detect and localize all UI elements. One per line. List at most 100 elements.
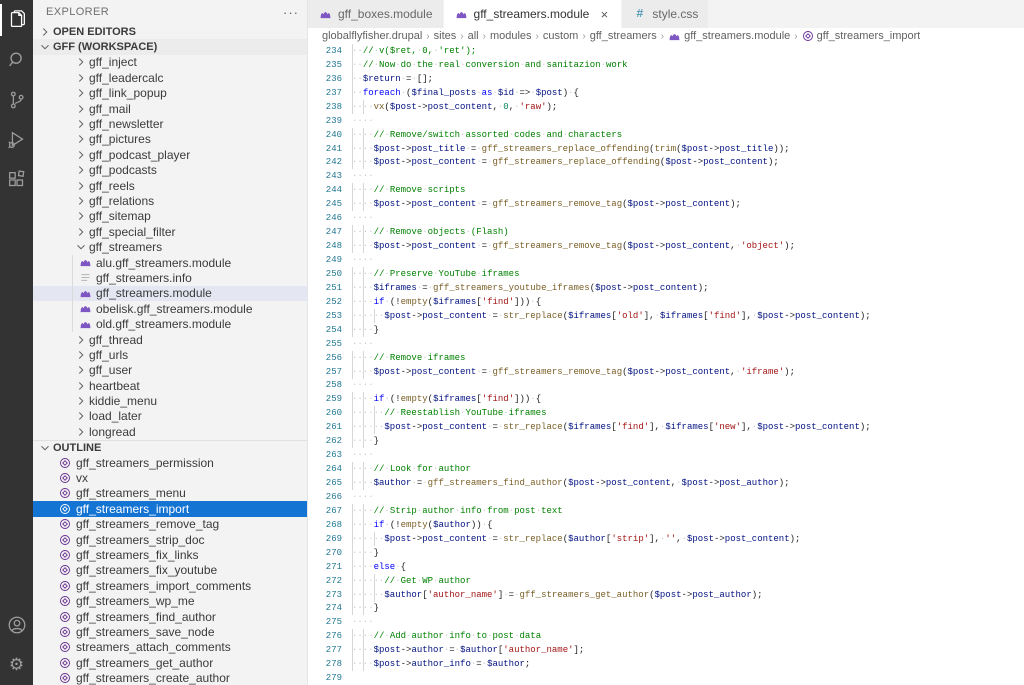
- outline-item-gff_streamers_strip_doc[interactable]: gff_streamers_strip_doc: [33, 532, 307, 547]
- tree-folder-load_later[interactable]: load_later: [33, 409, 307, 424]
- breadcrumb-item-all[interactable]: all: [468, 30, 479, 42]
- tree-folder-gff_streamers[interactable]: gff_streamers: [33, 239, 307, 254]
- code-line-258[interactable]: 258····: [308, 379, 1024, 393]
- tree-file-gff_streamers.module[interactable]: gff_streamers.module: [33, 286, 307, 301]
- code-line-247[interactable]: 247····//·Remove·objects·(Flash): [308, 225, 1024, 239]
- tree-folder-gff_special_filter[interactable]: gff_special_filter: [33, 224, 307, 239]
- code-line-242[interactable]: 242····$post->post_content·=·gff_streame…: [308, 156, 1024, 170]
- code-line-243[interactable]: 243····: [308, 169, 1024, 183]
- workspace-section[interactable]: GFF (WORKSPACE): [33, 39, 307, 54]
- code-line-261[interactable]: 261······$post->post_content·=·str_repla…: [308, 420, 1024, 434]
- code-line-265[interactable]: 265····$author·=·gff_streamers_find_auth…: [308, 476, 1024, 490]
- code-line-254[interactable]: 254····}: [308, 323, 1024, 337]
- code-line-271[interactable]: 271····else·{: [308, 560, 1024, 574]
- breadcrumb-item-gff_streamers.module[interactable]: gff_streamers.module: [668, 30, 790, 43]
- code-line-238[interactable]: 238····vx($post->post_content,·0,·'raw')…: [308, 100, 1024, 114]
- code-line-251[interactable]: 251····$iframes·=·gff_streamers_youtube_…: [308, 281, 1024, 295]
- code-line-245[interactable]: 245····$post->post_content·=·gff_streame…: [308, 197, 1024, 211]
- tree-folder-gff_inject[interactable]: gff_inject: [33, 55, 307, 70]
- code-line-268[interactable]: 268····if·(!empty($author))·{: [308, 518, 1024, 532]
- outline-item-gff_streamers_import[interactable]: gff_streamers_import: [33, 501, 307, 516]
- breadcrumb-item-gff_streamers[interactable]: gff_streamers: [590, 30, 657, 42]
- outline-item-gff_streamers_find_author[interactable]: gff_streamers_find_author: [33, 609, 307, 624]
- extensions-icon[interactable]: [0, 160, 33, 200]
- code-line-246[interactable]: 246····: [308, 211, 1024, 225]
- code-line-275[interactable]: 275····: [308, 615, 1024, 629]
- code-line-244[interactable]: 244····//·Remove·scripts: [308, 183, 1024, 197]
- breadcrumb-item-custom[interactable]: custom: [543, 30, 578, 42]
- outline-item-gff_streamers_save_node[interactable]: gff_streamers_save_node: [33, 624, 307, 639]
- tree-folder-gff_urls[interactable]: gff_urls: [33, 347, 307, 362]
- code-line-269[interactable]: 269······$post->post_content·=·str_repla…: [308, 532, 1024, 546]
- tree-folder-gff_link_popup[interactable]: gff_link_popup: [33, 86, 307, 101]
- run-debug-icon[interactable]: [0, 120, 33, 160]
- code-line-272[interactable]: 272······//·Get·WP·author: [308, 574, 1024, 588]
- open-editors-section[interactable]: OPEN EDITORS: [33, 24, 307, 39]
- code-line-236[interactable]: 236··$return·=·[];: [308, 72, 1024, 86]
- code-line-253[interactable]: 253······$post->post_content·=·str_repla…: [308, 309, 1024, 323]
- breadcrumb-item-gff_streamers_import[interactable]: gff_streamers_import: [802, 30, 921, 42]
- tree-folder-gff_reels[interactable]: gff_reels: [33, 178, 307, 193]
- code-line-279[interactable]: 279: [308, 671, 1024, 685]
- outline-item-streamers_attach_comments[interactable]: streamers_attach_comments: [33, 640, 307, 655]
- outline-item-vx[interactable]: vx: [33, 470, 307, 485]
- code-editor[interactable]: 234··//·v($ret,·0,·'ret');235··//·Now·do…: [308, 44, 1024, 685]
- outline-item-gff_streamers_create_author[interactable]: gff_streamers_create_author: [33, 670, 307, 685]
- code-line-263[interactable]: 263····: [308, 448, 1024, 462]
- code-line-240[interactable]: 240····//·Remove/switch·assorted·codes·a…: [308, 128, 1024, 142]
- tree-folder-heartbeat[interactable]: heartbeat: [33, 378, 307, 393]
- outline-item-gff_streamers_permission[interactable]: gff_streamers_permission: [33, 455, 307, 470]
- outline-item-gff_streamers_get_author[interactable]: gff_streamers_get_author: [33, 655, 307, 670]
- search-icon[interactable]: [0, 40, 33, 80]
- close-icon[interactable]: ×: [597, 7, 611, 22]
- settings-gear-icon[interactable]: ⚙: [0, 645, 33, 685]
- tree-folder-kiddie_menu[interactable]: kiddie_menu: [33, 393, 307, 408]
- tree-folder-gff_leadercalc[interactable]: gff_leadercalc: [33, 70, 307, 85]
- tree-folder-gff_podcasts[interactable]: gff_podcasts: [33, 163, 307, 178]
- code-line-277[interactable]: 277····$post->author·=·$author['author_n…: [308, 643, 1024, 657]
- tree-file-alu.gff_streamers.module[interactable]: alu.gff_streamers.module: [33, 255, 307, 270]
- code-line-267[interactable]: 267····//·Strip·author·info·from·post·te…: [308, 504, 1024, 518]
- code-line-255[interactable]: 255····: [308, 337, 1024, 351]
- code-line-237[interactable]: 237··foreach·($final_posts·as·$id·=>·$po…: [308, 86, 1024, 100]
- code-line-266[interactable]: 266····: [308, 490, 1024, 504]
- outline-item-gff_streamers_remove_tag[interactable]: gff_streamers_remove_tag: [33, 517, 307, 532]
- code-line-276[interactable]: 276····//·Add·author·info·to·post·data: [308, 629, 1024, 643]
- tree-folder-gff_thread[interactable]: gff_thread: [33, 332, 307, 347]
- account-icon[interactable]: [0, 605, 33, 645]
- explorer-icon[interactable]: [0, 0, 33, 40]
- code-line-260[interactable]: 260······//·Reestablish·YouTube·iframes: [308, 406, 1024, 420]
- code-line-262[interactable]: 262····}: [308, 434, 1024, 448]
- breadcrumb-item-sites[interactable]: sites: [434, 30, 457, 42]
- tree-folder-gff_newsletter[interactable]: gff_newsletter: [33, 116, 307, 131]
- sidebar-more-actions-icon[interactable]: ···: [283, 5, 299, 20]
- code-line-239[interactable]: 239····: [308, 114, 1024, 128]
- code-line-250[interactable]: 250····//·Preserve·YouTube·iframes: [308, 267, 1024, 281]
- code-line-270[interactable]: 270····}: [308, 546, 1024, 560]
- tab-gff_streamers.module[interactable]: gff_streamers.module×: [444, 0, 623, 28]
- tree-folder-gff_sitemap[interactable]: gff_sitemap: [33, 209, 307, 224]
- tab-style.css[interactable]: #style.css: [622, 0, 709, 28]
- code-line-257[interactable]: 257····$post->post_content·=·gff_streame…: [308, 365, 1024, 379]
- code-line-249[interactable]: 249····: [308, 253, 1024, 267]
- breadcrumb-item-modules[interactable]: modules: [490, 30, 532, 42]
- tab-gff_boxes.module[interactable]: gff_boxes.module: [308, 0, 444, 28]
- outline-item-gff_streamers_menu[interactable]: gff_streamers_menu: [33, 486, 307, 501]
- outline-item-gff_streamers_fix_links[interactable]: gff_streamers_fix_links: [33, 547, 307, 562]
- tree-folder-gff_pictures[interactable]: gff_pictures: [33, 132, 307, 147]
- tree-folder-gff_relations[interactable]: gff_relations: [33, 193, 307, 208]
- tree-folder-gff_user[interactable]: gff_user: [33, 363, 307, 378]
- tree-folder-gff_podcast_player[interactable]: gff_podcast_player: [33, 147, 307, 162]
- outline-section[interactable]: OUTLINE: [33, 440, 307, 455]
- code-line-241[interactable]: 241····$post->post_title·=·gff_streamers…: [308, 142, 1024, 156]
- code-line-252[interactable]: 252····if·(!empty($iframes['find']))·{: [308, 295, 1024, 309]
- code-line-273[interactable]: 273······$author['author_name']·=·gff_st…: [308, 588, 1024, 602]
- code-line-278[interactable]: 278····$post->author_info·=·$author;: [308, 657, 1024, 671]
- outline-item-gff_streamers_fix_youtube[interactable]: gff_streamers_fix_youtube: [33, 563, 307, 578]
- tree-folder-gff_mail[interactable]: gff_mail: [33, 101, 307, 116]
- code-line-264[interactable]: 264····//·Look·for·author: [308, 462, 1024, 476]
- code-line-274[interactable]: 274····}: [308, 602, 1024, 616]
- outline-item-gff_streamers_import_comments[interactable]: gff_streamers_import_comments: [33, 578, 307, 593]
- source-control-icon[interactable]: [0, 80, 33, 120]
- breadcrumb-item-globalflyfisher.drupal[interactable]: globalflyfisher.drupal: [322, 30, 422, 42]
